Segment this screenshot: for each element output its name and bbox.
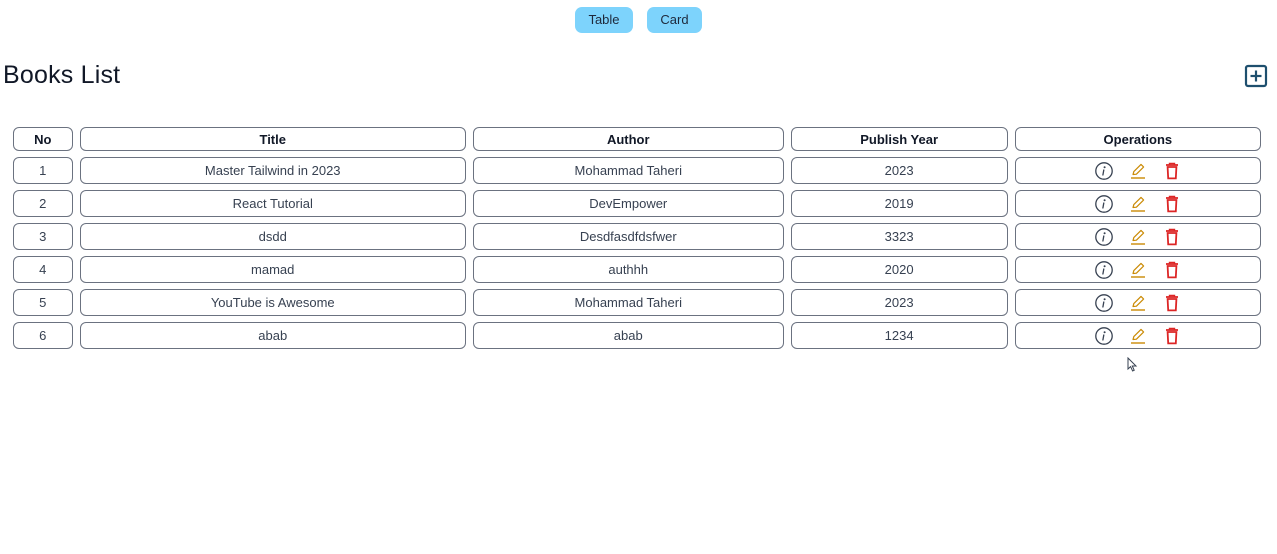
delete-trash-icon[interactable] <box>1162 161 1182 181</box>
cell-title: abab <box>79 322 466 349</box>
info-circle-icon[interactable] <box>1094 194 1114 214</box>
page-title: Books List <box>3 61 121 89</box>
delete-trash-icon[interactable] <box>1162 260 1182 280</box>
cell-operations <box>1014 223 1261 250</box>
cell-no: 5 <box>13 289 73 316</box>
column-header-author: Author <box>472 127 784 151</box>
cell-no: 6 <box>13 322 73 349</box>
view-toggle: Table Card <box>0 7 1277 33</box>
column-header-no: No <box>13 127 73 151</box>
cell-author: DevEmpower <box>472 190 784 217</box>
table-header-row: No Title Author Publish Year Operations <box>13 127 1261 151</box>
cell-operations <box>1014 256 1261 283</box>
operations-group <box>1016 191 1260 216</box>
info-circle-icon[interactable] <box>1094 326 1114 346</box>
delete-trash-icon[interactable] <box>1162 227 1182 247</box>
cell-author: Mohammad Taheri <box>472 289 784 316</box>
cell-publish-year: 1234 <box>790 322 1008 349</box>
operations-group <box>1016 224 1260 249</box>
column-header-title: Title <box>79 127 466 151</box>
delete-trash-icon[interactable] <box>1162 194 1182 214</box>
delete-trash-icon[interactable] <box>1162 326 1182 346</box>
table-row: 5 YouTube is Awesome Mohammad Taheri 2023 <box>13 289 1261 316</box>
edit-pencil-icon[interactable] <box>1128 194 1148 214</box>
operations-group <box>1016 158 1260 183</box>
add-book-button[interactable] <box>1244 64 1268 88</box>
info-circle-icon[interactable] <box>1094 260 1114 280</box>
cell-publish-year: 2023 <box>790 157 1008 184</box>
cell-title: React Tutorial <box>79 190 466 217</box>
cell-no: 2 <box>13 190 73 217</box>
operations-group <box>1016 323 1260 348</box>
card-view-button[interactable]: Card <box>647 7 702 33</box>
cell-author: authhh <box>472 256 784 283</box>
books-table: No Title Author Publish Year Operations … <box>6 121 1268 355</box>
cell-operations <box>1014 289 1261 316</box>
cell-no: 1 <box>13 157 73 184</box>
edit-pencil-icon[interactable] <box>1128 161 1148 181</box>
cell-no: 3 <box>13 223 73 250</box>
cell-operations <box>1014 190 1261 217</box>
operations-group <box>1016 257 1260 282</box>
column-header-operations: Operations <box>1014 127 1261 151</box>
column-header-publish-year: Publish Year <box>790 127 1008 151</box>
cell-publish-year: 3323 <box>790 223 1008 250</box>
cell-title: mamad <box>79 256 466 283</box>
info-circle-icon[interactable] <box>1094 293 1114 313</box>
table-body: 1 Master Tailwind in 2023 Mohammad Taheri 2… <box>13 157 1261 349</box>
table-row: 4 mamad authhh 2020 <box>13 256 1261 283</box>
edit-pencil-icon[interactable] <box>1128 227 1148 247</box>
cell-author: Desdfasdfdsfwer <box>472 223 784 250</box>
edit-pencil-icon[interactable] <box>1128 260 1148 280</box>
info-circle-icon[interactable] <box>1094 161 1114 181</box>
table-view-button[interactable]: Table <box>575 7 633 33</box>
table-row: 1 Master Tailwind in 2023 Mohammad Taheri 2… <box>13 157 1261 184</box>
cell-title: YouTube is Awesome <box>79 289 466 316</box>
cell-title: dsdd <box>79 223 466 250</box>
edit-pencil-icon[interactable] <box>1128 293 1148 313</box>
cell-title: Master Tailwind in 2023 <box>79 157 466 184</box>
table-row: 3 dsdd Desdfasdfdsfwer 3323 <box>13 223 1261 250</box>
cell-author: abab <box>472 322 784 349</box>
edit-pencil-icon[interactable] <box>1128 326 1148 346</box>
operations-group <box>1016 290 1260 315</box>
cell-publish-year: 2020 <box>790 256 1008 283</box>
mouse-cursor-icon <box>1127 357 1138 372</box>
info-circle-icon[interactable] <box>1094 227 1114 247</box>
cell-publish-year: 2023 <box>790 289 1008 316</box>
cell-operations <box>1014 157 1261 184</box>
cell-publish-year: 2019 <box>790 190 1008 217</box>
delete-trash-icon[interactable] <box>1162 293 1182 313</box>
plus-square-icon <box>1244 64 1268 88</box>
table-row: 6 abab abab 1234 <box>13 322 1261 349</box>
cell-no: 4 <box>13 256 73 283</box>
table-row: 2 React Tutorial DevEmpower 2019 <box>13 190 1261 217</box>
cell-operations <box>1014 322 1261 349</box>
cell-author: Mohammad Taheri <box>472 157 784 184</box>
